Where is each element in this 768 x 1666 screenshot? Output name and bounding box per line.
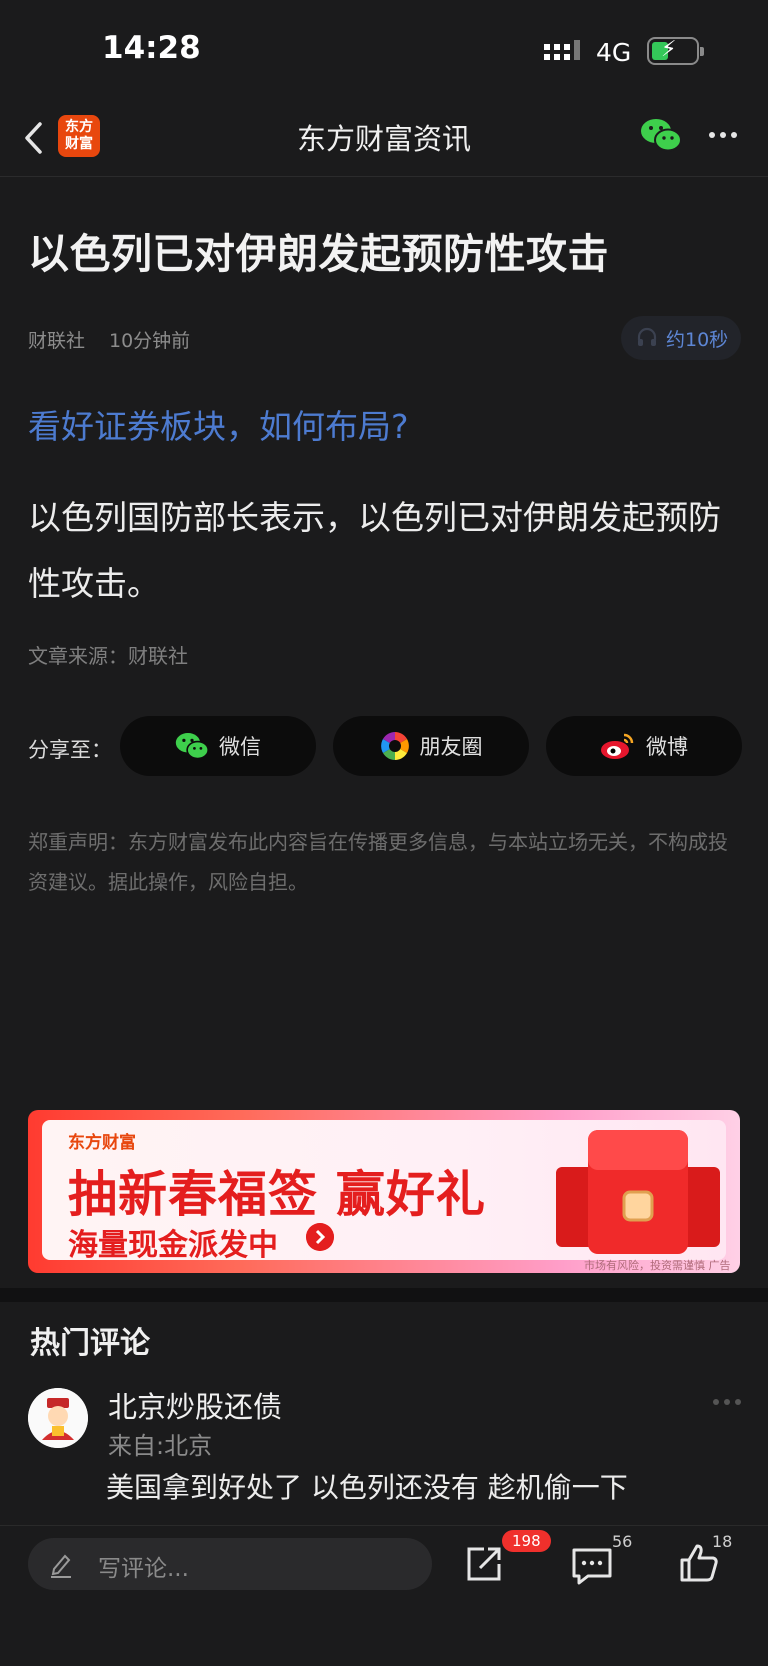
promo-link[interactable]: 看好证券板块，如何布局? [28, 400, 409, 448]
comment-more-icon[interactable] [712, 1398, 742, 1406]
pencil-icon [51, 1554, 71, 1578]
article-time: 10分钟前 [109, 330, 191, 352]
banner-brand: 东方财富 [68, 1133, 136, 1153]
article-source[interactable]: 财联社 [28, 326, 85, 353]
weibo-icon [601, 733, 634, 759]
article-headline: 以色列已对伊朗发起预防性攻击 [28, 230, 609, 278]
share-moments-button[interactable]: 朋友圈 [333, 716, 529, 776]
moments-icon [380, 732, 409, 760]
comment-placeholder[interactable]: 写评论... [98, 1549, 189, 1583]
network-type: 4G [596, 38, 632, 67]
comment-input[interactable] [28, 1538, 432, 1590]
comments-count: 56 [612, 1532, 633, 1551]
like-count: 18 [712, 1532, 733, 1551]
article-source-line: 文章来源：财联社 [28, 644, 188, 668]
share-count-badge: 198 [502, 1530, 551, 1552]
status-time: 14:28 [102, 30, 201, 66]
signal-icon [544, 40, 580, 60]
comment-text: 美国拿到好处了 以色列还没有 趁机偷一下 [106, 1471, 628, 1504]
share-weibo-button[interactable]: 微博 [546, 716, 742, 776]
red-envelope-gift-icon [556, 1130, 720, 1254]
headphones-icon [637, 327, 657, 346]
banner-title: 抽新春福签 赢好礼 [68, 1166, 487, 1223]
share-moments-label: 朋友圈 [419, 735, 483, 759]
comment-username[interactable]: 北京炒股还债 [108, 1384, 282, 1426]
banner-risk-note: 市场有风险，投资需谨慎 广告 [584, 1259, 731, 1272]
share-wechat-label: 微信 [219, 735, 261, 759]
battery-icon: ⚡ [647, 37, 704, 65]
share-icon[interactable] [464, 1544, 504, 1584]
comment-location: 来自:北京 [108, 1432, 213, 1460]
banner-arrow-icon [306, 1223, 334, 1251]
article-body: 以色列国防部长表示，以色列已对伊朗发起预防性攻击。 [28, 498, 721, 603]
promo-banner[interactable]: 东方财富 抽新春福签 赢好礼 海量现金派发中 市场有风险，投资需谨慎 广告 [28, 1110, 740, 1273]
comments-icon[interactable] [570, 1546, 614, 1586]
avatar-image [28, 1388, 88, 1448]
comments-title: 热门评论 [30, 1326, 150, 1361]
share-label: 分享至： [28, 738, 112, 762]
banner-subtitle: 海量现金派发中 [68, 1228, 278, 1263]
avatar[interactable] [28, 1388, 88, 1448]
wechat-share-icon[interactable] [640, 117, 682, 153]
section-divider [0, 1288, 768, 1302]
disclaimer: 郑重声明：东方财富发布此内容旨在传播更多信息，与本站立场无关，不构成投资建议。据… [28, 830, 728, 894]
wechat-icon [175, 733, 209, 760]
more-options-icon[interactable] [707, 120, 739, 150]
share-wechat-button[interactable]: 微信 [120, 716, 316, 776]
share-weibo-label: 微博 [646, 735, 688, 759]
listen-duration[interactable]: 约10秒 [666, 325, 728, 352]
